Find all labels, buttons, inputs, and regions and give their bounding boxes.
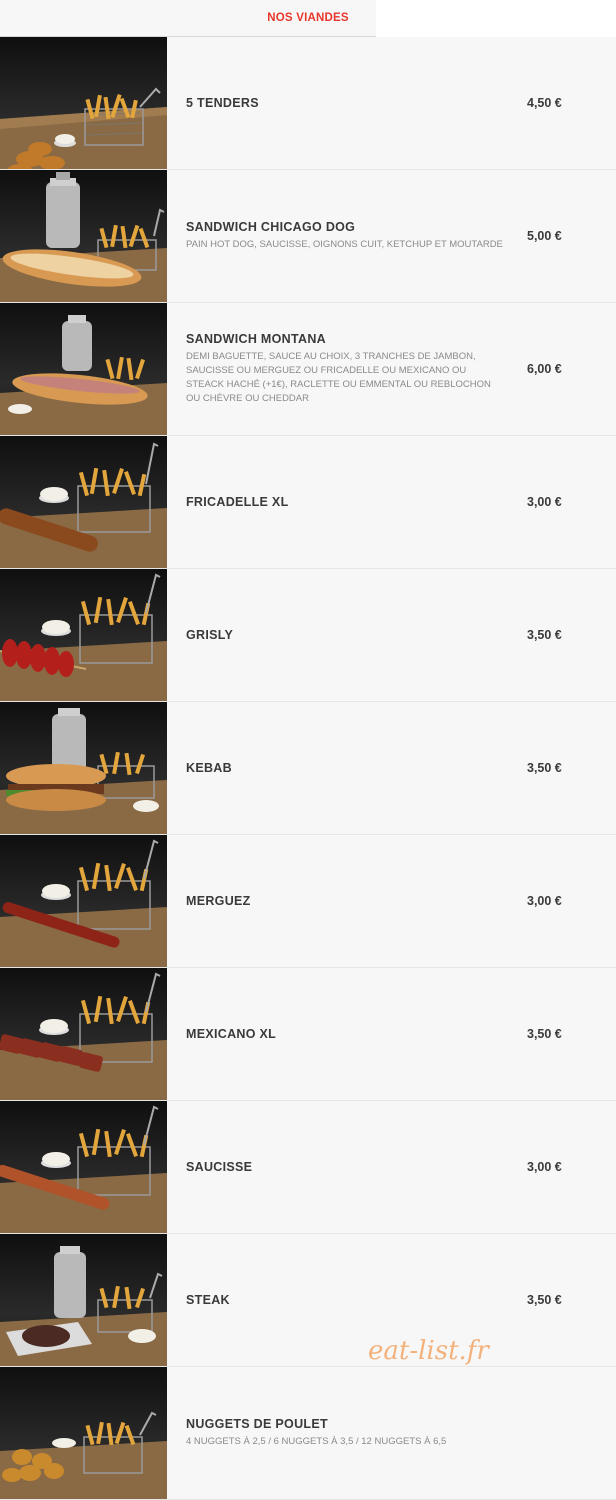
item-price: 3,50 € — [527, 1293, 562, 1307]
item-description: PAIN HOT DOG, SAUCISSE, OIGNONS CUIT, KE… — [186, 239, 503, 250]
menu-item[interactable]: SAUCISSE 3,00 € — [0, 1101, 616, 1234]
item-price: 4,50 € — [527, 96, 562, 110]
item-price: 3,50 € — [527, 761, 562, 775]
product-image — [0, 569, 167, 701]
product-image — [0, 1101, 167, 1233]
item-name: KEBAB — [186, 761, 232, 775]
menu-item[interactable]: MEXICANO XL 3,50 € — [0, 968, 616, 1101]
item-info: GRISLY — [186, 569, 506, 701]
item-price: 3,00 € — [527, 495, 562, 509]
item-info: MERGUEZ — [186, 835, 506, 967]
menu-item[interactable]: KEBAB 3,50 € — [0, 702, 616, 835]
item-name: NUGGETS DE POULET — [186, 1417, 328, 1431]
item-name: SAUCISSE — [186, 1160, 253, 1174]
item-description: DEMI BAGUETTE, SAUCE AU CHOIX, 3 TRANCHE… — [186, 351, 491, 404]
item-info: NUGGETS DE POULET 4 NUGGETS À 2,5 / 6 NU… — [186, 1367, 506, 1499]
menu-item[interactable]: MERGUEZ 3,00 € — [0, 835, 616, 968]
item-price: 3,00 € — [527, 894, 562, 908]
product-image — [0, 702, 167, 834]
item-price: 3,00 € — [527, 1160, 562, 1174]
menu-item[interactable]: FRICADELLE XL 3,00 € — [0, 436, 616, 569]
product-image — [0, 303, 167, 435]
item-name: GRISLY — [186, 628, 234, 642]
item-name: SANDWICH CHICAGO DOG — [186, 220, 356, 234]
item-description: 4 NUGGETS À 2,5 / 6 NUGGETS À 3,5 / 12 N… — [186, 1436, 447, 1447]
header-blank-area — [376, 0, 616, 38]
product-image — [0, 1367, 167, 1499]
header-bar: NOS VIANDES — [0, 0, 616, 38]
menu-item[interactable]: SANDWICH CHICAGO DOG PAIN HOT DOG, SAUCI… — [0, 170, 616, 303]
menu-item[interactable]: STEAK 3,50 € — [0, 1234, 616, 1367]
product-image — [0, 968, 167, 1100]
product-image — [0, 170, 167, 302]
watermark: eat-list.fr — [368, 1336, 489, 1366]
item-price: 5,00 € — [527, 229, 562, 243]
menu-item[interactable]: SANDWICH MONTANA DEMI BAGUETTE, SAUCE AU… — [0, 303, 616, 436]
item-info: MEXICANO XL — [186, 968, 506, 1100]
tab-label: NOS VIANDES — [267, 12, 349, 24]
item-name: MEXICANO XL — [186, 1027, 277, 1041]
menu-item[interactable]: GRISLY 3,50 € — [0, 569, 616, 702]
product-image — [0, 37, 167, 169]
item-price: 6,00 € — [527, 362, 562, 376]
item-name: MERGUEZ — [186, 894, 251, 908]
product-image — [0, 1234, 167, 1366]
menu-list: 5 TENDERS 4,50 € SANDWICH CHICAGO DOG PA… — [0, 37, 616, 1500]
item-info: KEBAB — [186, 702, 506, 834]
item-info: SAUCISSE — [186, 1101, 506, 1233]
item-price: 3,50 € — [527, 1027, 562, 1041]
item-name: STEAK — [186, 1293, 230, 1307]
item-name: FRICADELLE XL — [186, 495, 289, 509]
product-image — [0, 436, 167, 568]
item-name: 5 TENDERS — [186, 96, 259, 110]
item-info: SANDWICH MONTANA DEMI BAGUETTE, SAUCE AU… — [186, 303, 506, 435]
tab-nos-viandes[interactable]: NOS VIANDES — [0, 0, 376, 38]
item-info: SANDWICH CHICAGO DOG PAIN HOT DOG, SAUCI… — [186, 170, 506, 302]
item-info: FRICADELLE XL — [186, 436, 506, 568]
menu-item[interactable]: NUGGETS DE POULET 4 NUGGETS À 2,5 / 6 NU… — [0, 1367, 616, 1500]
menu-item[interactable]: 5 TENDERS 4,50 € — [0, 37, 616, 170]
product-image — [0, 835, 167, 967]
item-price: 3,50 € — [527, 628, 562, 642]
item-name: SANDWICH MONTANA — [186, 332, 326, 346]
item-info: 5 TENDERS — [186, 37, 506, 169]
